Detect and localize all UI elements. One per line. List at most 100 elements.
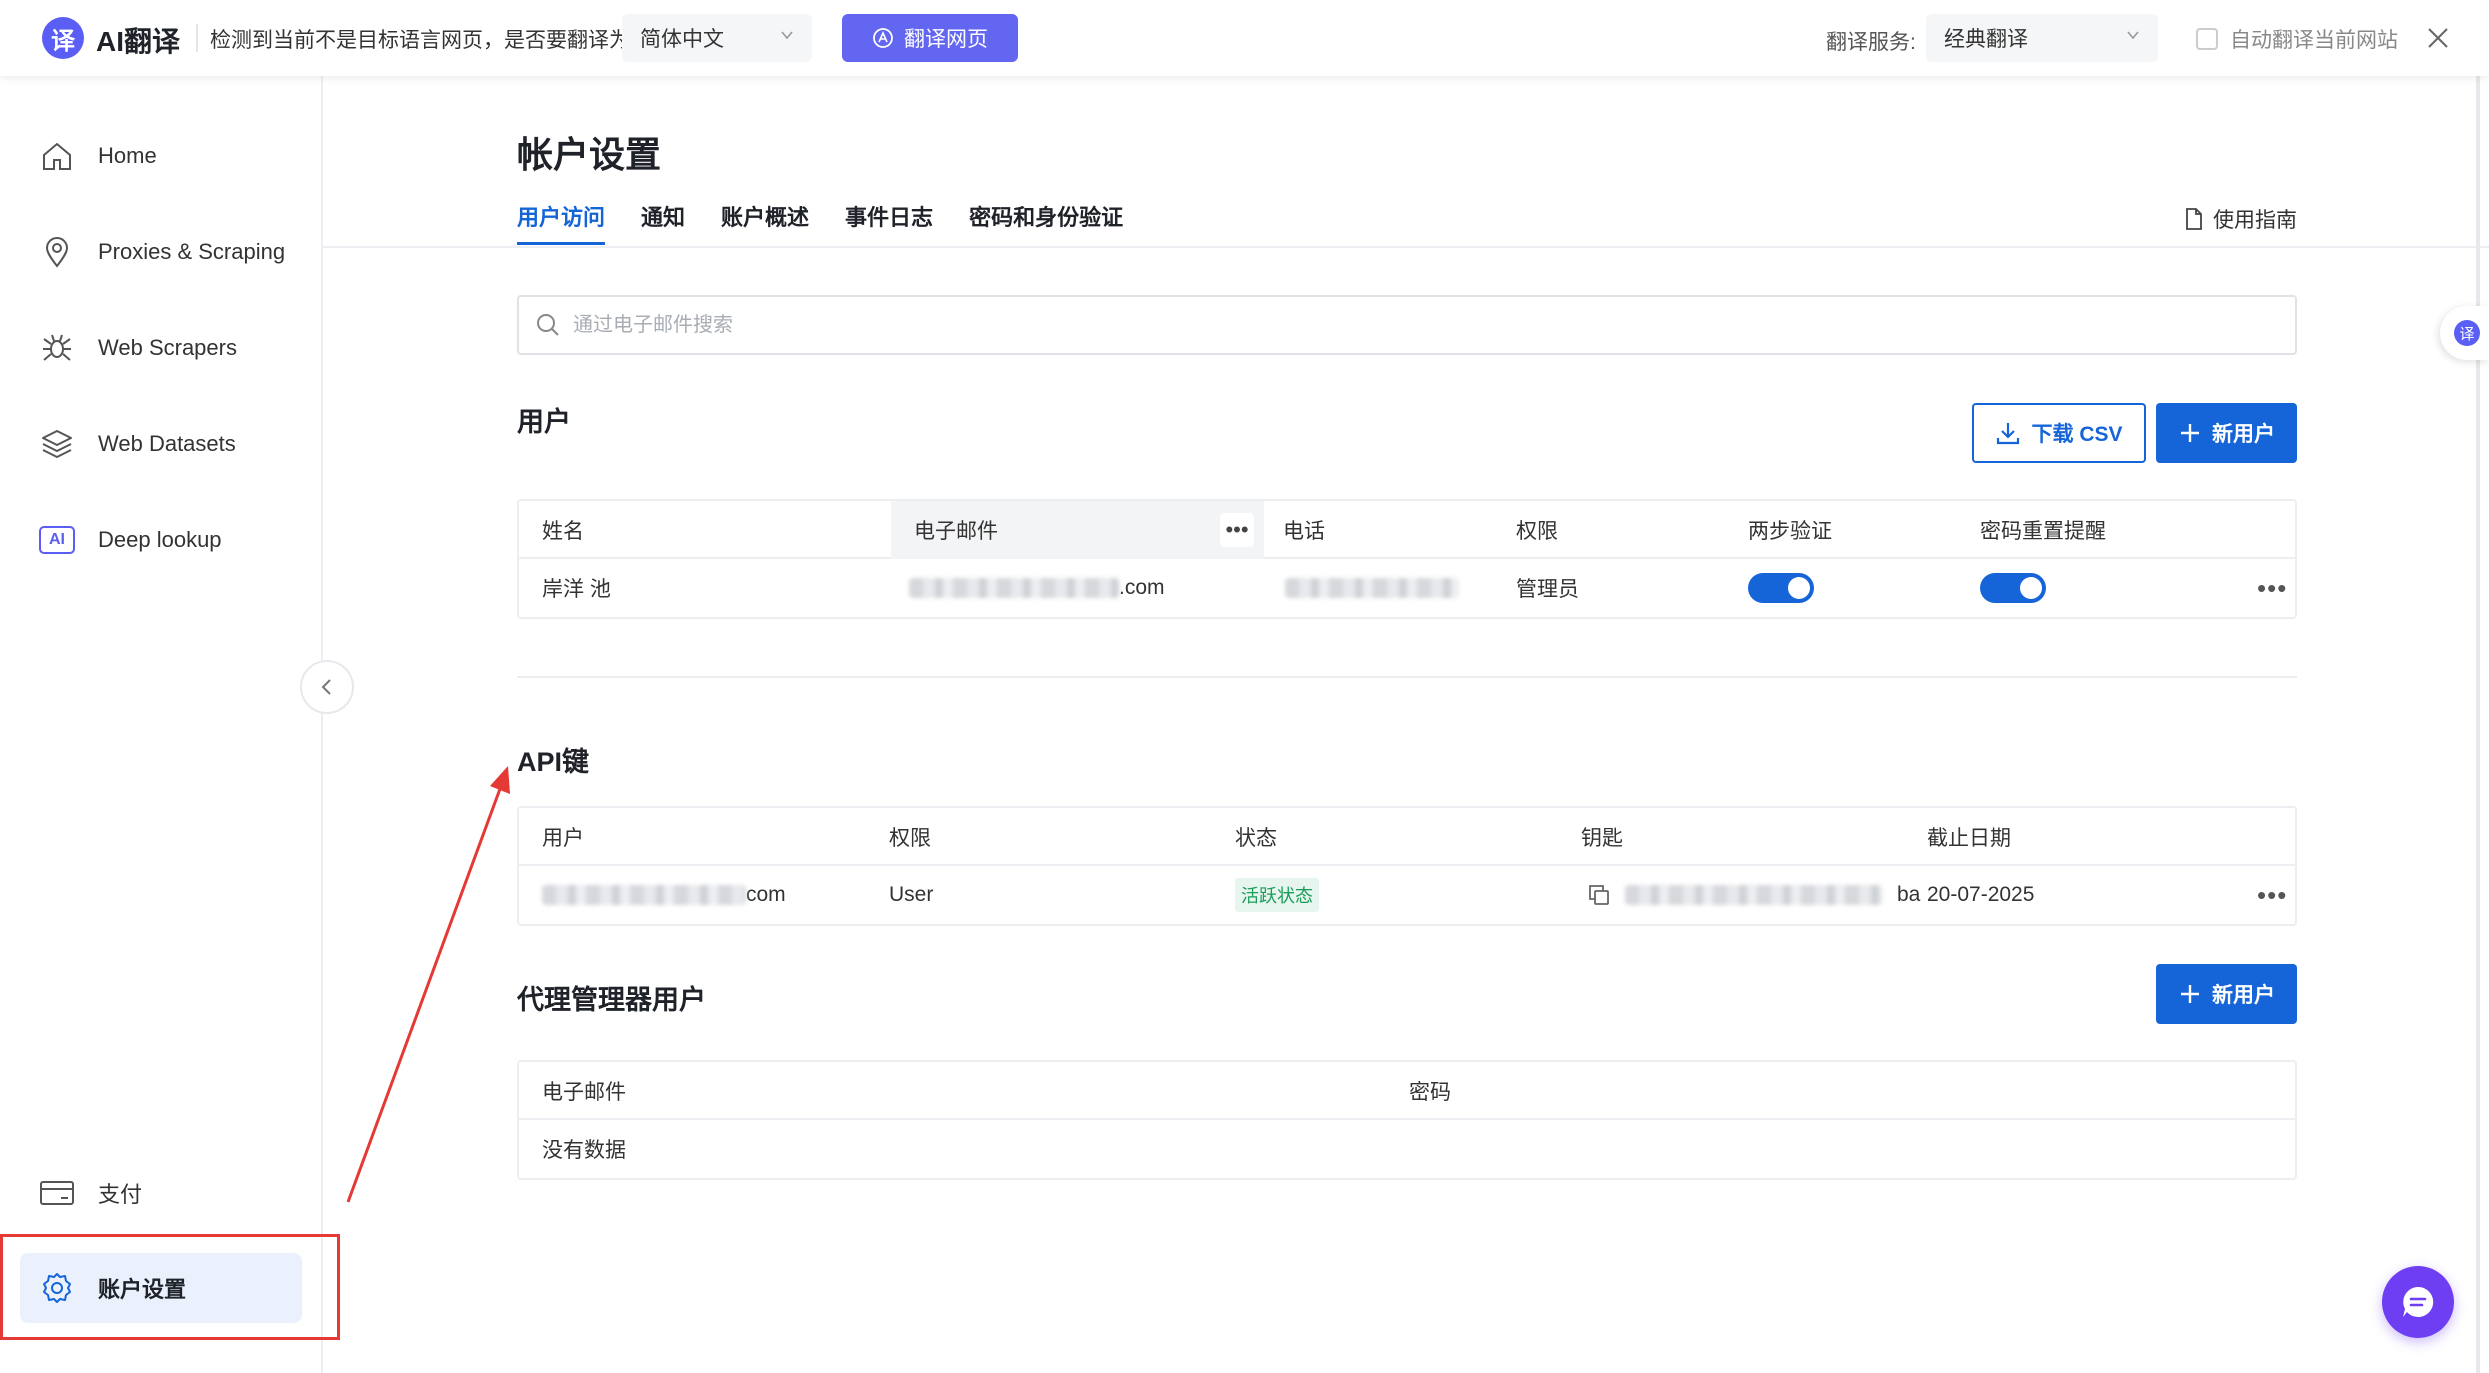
auto-translate-checkbox[interactable] — [2196, 28, 2218, 50]
column-header-status: 状态 — [1235, 827, 1277, 850]
translate-prompt: 检测到当前不是目标语言网页，是否要翻译为: — [210, 29, 636, 52]
table-row: 没有数据 — [519, 1120, 2295, 1178]
plus-icon — [2181, 985, 2199, 1003]
reset-reminder-toggle[interactable] — [1980, 573, 2046, 603]
sidebar-item-deep-lookup[interactable]: AI Deep lookup — [20, 505, 302, 575]
plus-icon — [2181, 424, 2199, 442]
proxy-users-table: 电子邮件 密码 没有数据 — [517, 1060, 2297, 1180]
column-header-phone: 电话 — [1283, 520, 1325, 543]
tabs-divider — [323, 246, 2489, 248]
collapse-sidebar-button[interactable] — [300, 660, 354, 714]
usage-guide-link[interactable]: 使用指南 — [2185, 204, 2297, 234]
row-actions-cell: ••• — [2257, 559, 2287, 617]
chat-button[interactable] — [2382, 1266, 2454, 1338]
column-header-password: 密码 — [1409, 1081, 1451, 1104]
add-user-button[interactable]: 新用户 — [2156, 403, 2297, 463]
table-header-row: 姓名 电子邮件 ••• 电话 权限 两步验证 密码重置提醒 — [519, 501, 2295, 559]
api-keys-table: 用户 权限 状态 钥匙 截止日期 com User 活跃状态 ba 20-07-… — [517, 806, 2297, 926]
sidebar-item-proxies[interactable]: Proxies & Scraping — [20, 217, 302, 287]
card-icon — [38, 1174, 76, 1212]
ai-badge-icon: AI — [38, 521, 76, 559]
usage-guide-label: 使用指南 — [2213, 209, 2297, 232]
tab-notifications[interactable]: 通知 — [641, 200, 685, 245]
reset-reminder-toggle-cell — [1980, 559, 2046, 617]
redacted-api-key — [1625, 885, 1883, 905]
copy-icon[interactable] — [1587, 883, 1611, 907]
column-header-permission: 权限 — [1516, 520, 1558, 543]
translate-bar: 译 AI翻译 检测到当前不是目标语言网页，是否要翻译为: 简体中文 翻译网页 翻… — [0, 0, 2489, 76]
table-row: com User 活跃状态 ba 20-07-2025 ••• — [519, 866, 2295, 924]
api-user-suffix: com — [746, 883, 786, 906]
sidebar-item-label: Deep lookup — [98, 527, 222, 552]
ai-badge: AI — [39, 526, 75, 554]
user-phone-cell — [1285, 559, 1459, 617]
redacted-email — [542, 885, 746, 905]
sidebar-item-account-settings[interactable]: 账户设置 — [20, 1253, 302, 1323]
download-csv-button[interactable]: 下载 CSV — [1972, 403, 2146, 463]
tab-password-auth[interactable]: 密码和身份验证 — [969, 200, 1123, 245]
sidebar-item-web-datasets[interactable]: Web Datasets — [20, 409, 302, 479]
tab-account-overview[interactable]: 账户概述 — [721, 200, 809, 245]
api-role-cell: User — [889, 883, 934, 906]
target-language-select[interactable]: 简体中文 — [622, 14, 812, 62]
sidebar-item-web-scrapers[interactable]: Web Scrapers — [20, 313, 302, 383]
api-keys-section-title: API键 — [517, 747, 590, 777]
chevron-left-icon — [321, 679, 331, 695]
translate-page-button[interactable]: 翻译网页 — [842, 14, 1018, 62]
api-user-cell: com — [542, 866, 786, 924]
row-more-button[interactable]: ••• — [2257, 882, 2287, 908]
auto-translate-label: 自动翻译当前网站 — [2230, 29, 2398, 52]
empty-state-text: 没有数据 — [542, 1139, 626, 1162]
sidebar-item-label: Home — [98, 143, 157, 168]
column-header-email: 电子邮件 — [542, 1081, 626, 1104]
translate-service-select[interactable]: 经典翻译 — [1926, 14, 2158, 62]
row-more-button[interactable]: ••• — [2257, 575, 2287, 601]
two-factor-toggle[interactable] — [1748, 573, 1814, 603]
close-icon[interactable] — [2424, 24, 2452, 52]
user-email-suffix: .com — [1119, 576, 1165, 599]
email-search-input[interactable] — [573, 313, 2173, 337]
status-badge: 活跃状态 — [1235, 878, 1319, 912]
sidebar-item-label: 支付 — [98, 1182, 143, 1207]
sidebar-item-home[interactable]: Home — [20, 121, 302, 191]
redacted-phone — [1285, 578, 1459, 598]
users-section-title: 用户 — [517, 407, 571, 437]
api-status-cell: 活跃状态 — [1235, 866, 1319, 924]
tab-event-log[interactable]: 事件日志 — [845, 200, 933, 245]
redacted-email — [909, 578, 1119, 598]
sidebar-item-label: Proxies & Scraping — [98, 239, 286, 264]
layers-icon — [38, 425, 76, 463]
column-header-email: 电子邮件 ••• — [891, 501, 1264, 559]
translate-service-value: 经典翻译 — [1944, 28, 2028, 51]
home-icon — [38, 137, 76, 175]
scrollbar-track[interactable] — [2476, 76, 2480, 1373]
add-proxy-user-label: 新用户 — [2212, 984, 2275, 1007]
column-menu-button[interactable]: ••• — [1220, 513, 1254, 547]
api-key-cell: ba — [1587, 866, 1920, 924]
translate-side-tab[interactable]: 译 — [2440, 306, 2489, 360]
add-proxy-user-button[interactable]: 新用户 — [2156, 964, 2297, 1024]
translate-divider — [196, 24, 198, 52]
search-icon — [537, 314, 559, 336]
location-pin-icon — [38, 233, 76, 271]
row-actions-cell: ••• — [2257, 866, 2287, 924]
translate-page-label: 翻译网页 — [904, 28, 988, 51]
translate-circle-icon — [873, 28, 893, 48]
table-header-row: 用户 权限 状态 钥匙 截止日期 — [519, 808, 2295, 866]
auto-translate-toggle[interactable]: 自动翻译当前网站 — [2196, 24, 2398, 54]
translate-brand: AI翻译 — [96, 26, 181, 57]
column-header-2fa: 两步验证 — [1748, 520, 1832, 543]
api-key-suffix: ba — [1897, 883, 1921, 906]
user-role-cell: 管理员 — [1516, 578, 1579, 601]
spider-icon — [38, 329, 76, 367]
sidebar-item-payment[interactable]: 支付 — [20, 1158, 302, 1228]
column-header-email-label: 电子邮件 — [914, 520, 998, 543]
section-divider — [517, 676, 2297, 678]
chevron-down-icon — [781, 31, 793, 40]
target-language-value: 简体中文 — [640, 28, 724, 51]
translate-service-label: 翻译服务: — [1826, 31, 1916, 54]
tab-user-access[interactable]: 用户访问 — [517, 200, 606, 245]
email-search-box[interactable] — [517, 295, 2297, 355]
column-header-expiry: 截止日期 — [1927, 827, 2011, 850]
proxy-users-section-title: 代理管理器用户 — [517, 985, 706, 1015]
